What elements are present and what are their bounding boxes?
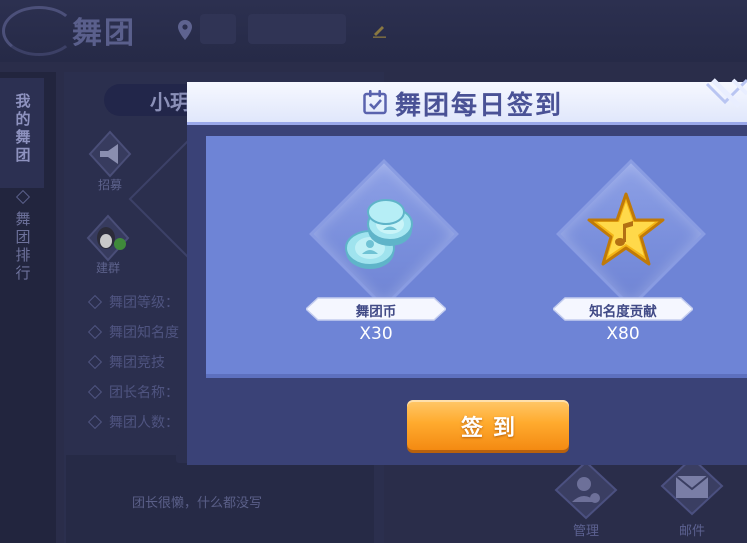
close-button[interactable] xyxy=(693,78,747,128)
edit-pencil-icon[interactable] xyxy=(372,22,388,38)
info-row: 舞团等级： xyxy=(87,292,179,312)
logo-title: 舞团 xyxy=(72,16,136,51)
coin-stack-icon xyxy=(345,199,413,269)
reward-quantity: X30 xyxy=(359,324,393,344)
manage-button[interactable] xyxy=(550,460,622,520)
tab-dance-group-ranking[interactable]: 舞团排行 xyxy=(13,210,33,282)
header-accent-line xyxy=(187,122,747,125)
create-group-label: 建群 xyxy=(95,261,120,275)
logo-icon xyxy=(2,6,76,56)
mail-label: 邮件 xyxy=(678,524,705,539)
mail-button[interactable] xyxy=(656,456,728,516)
reward-name: 知名度贡献 xyxy=(589,304,657,320)
info-row: 团长名称： xyxy=(87,382,179,402)
manage-label: 管理 xyxy=(572,524,599,539)
location-text-blurred xyxy=(200,14,236,44)
group-description: 团长很懒，什么都没写 xyxy=(132,496,263,511)
calendar-check-icon xyxy=(363,90,387,115)
modal-title: 舞团每日签到 xyxy=(395,91,564,121)
group-name: 小玥 xyxy=(150,90,190,114)
reward-area: 舞团币 X30 知名度贡献 X80 xyxy=(206,136,747,378)
star-note-icon xyxy=(587,192,665,266)
signin-label: 签到 xyxy=(460,416,525,441)
info-row: 舞团人数： xyxy=(87,412,179,432)
create-group-button[interactable] xyxy=(84,214,132,262)
info-row: 舞团知名度 xyxy=(87,322,179,342)
recruit-label: 招募 xyxy=(97,178,122,192)
signin-button[interactable]: 签到 xyxy=(407,400,569,450)
reward-item-fame: 知名度贡献 X80 xyxy=(533,136,713,378)
tab-my-dance-group-label: 我的舞团 xyxy=(15,92,31,164)
location-detail-blurred xyxy=(248,14,346,44)
add-badge-icon xyxy=(114,238,126,250)
user-gear-icon xyxy=(577,477,591,491)
reward-quantity: X80 xyxy=(606,324,640,344)
reward-item-coins: 舞团币 X30 xyxy=(286,136,466,378)
daily-signin-modal: 舞团每日签到 舞团币 X30 知名度贡献 X80 签到 xyxy=(187,78,747,465)
info-row: 舞团竞技 xyxy=(87,352,165,372)
reward-name: 舞团币 xyxy=(355,304,397,320)
recruit-button[interactable] xyxy=(86,130,134,178)
location-pin-icon xyxy=(178,20,192,40)
